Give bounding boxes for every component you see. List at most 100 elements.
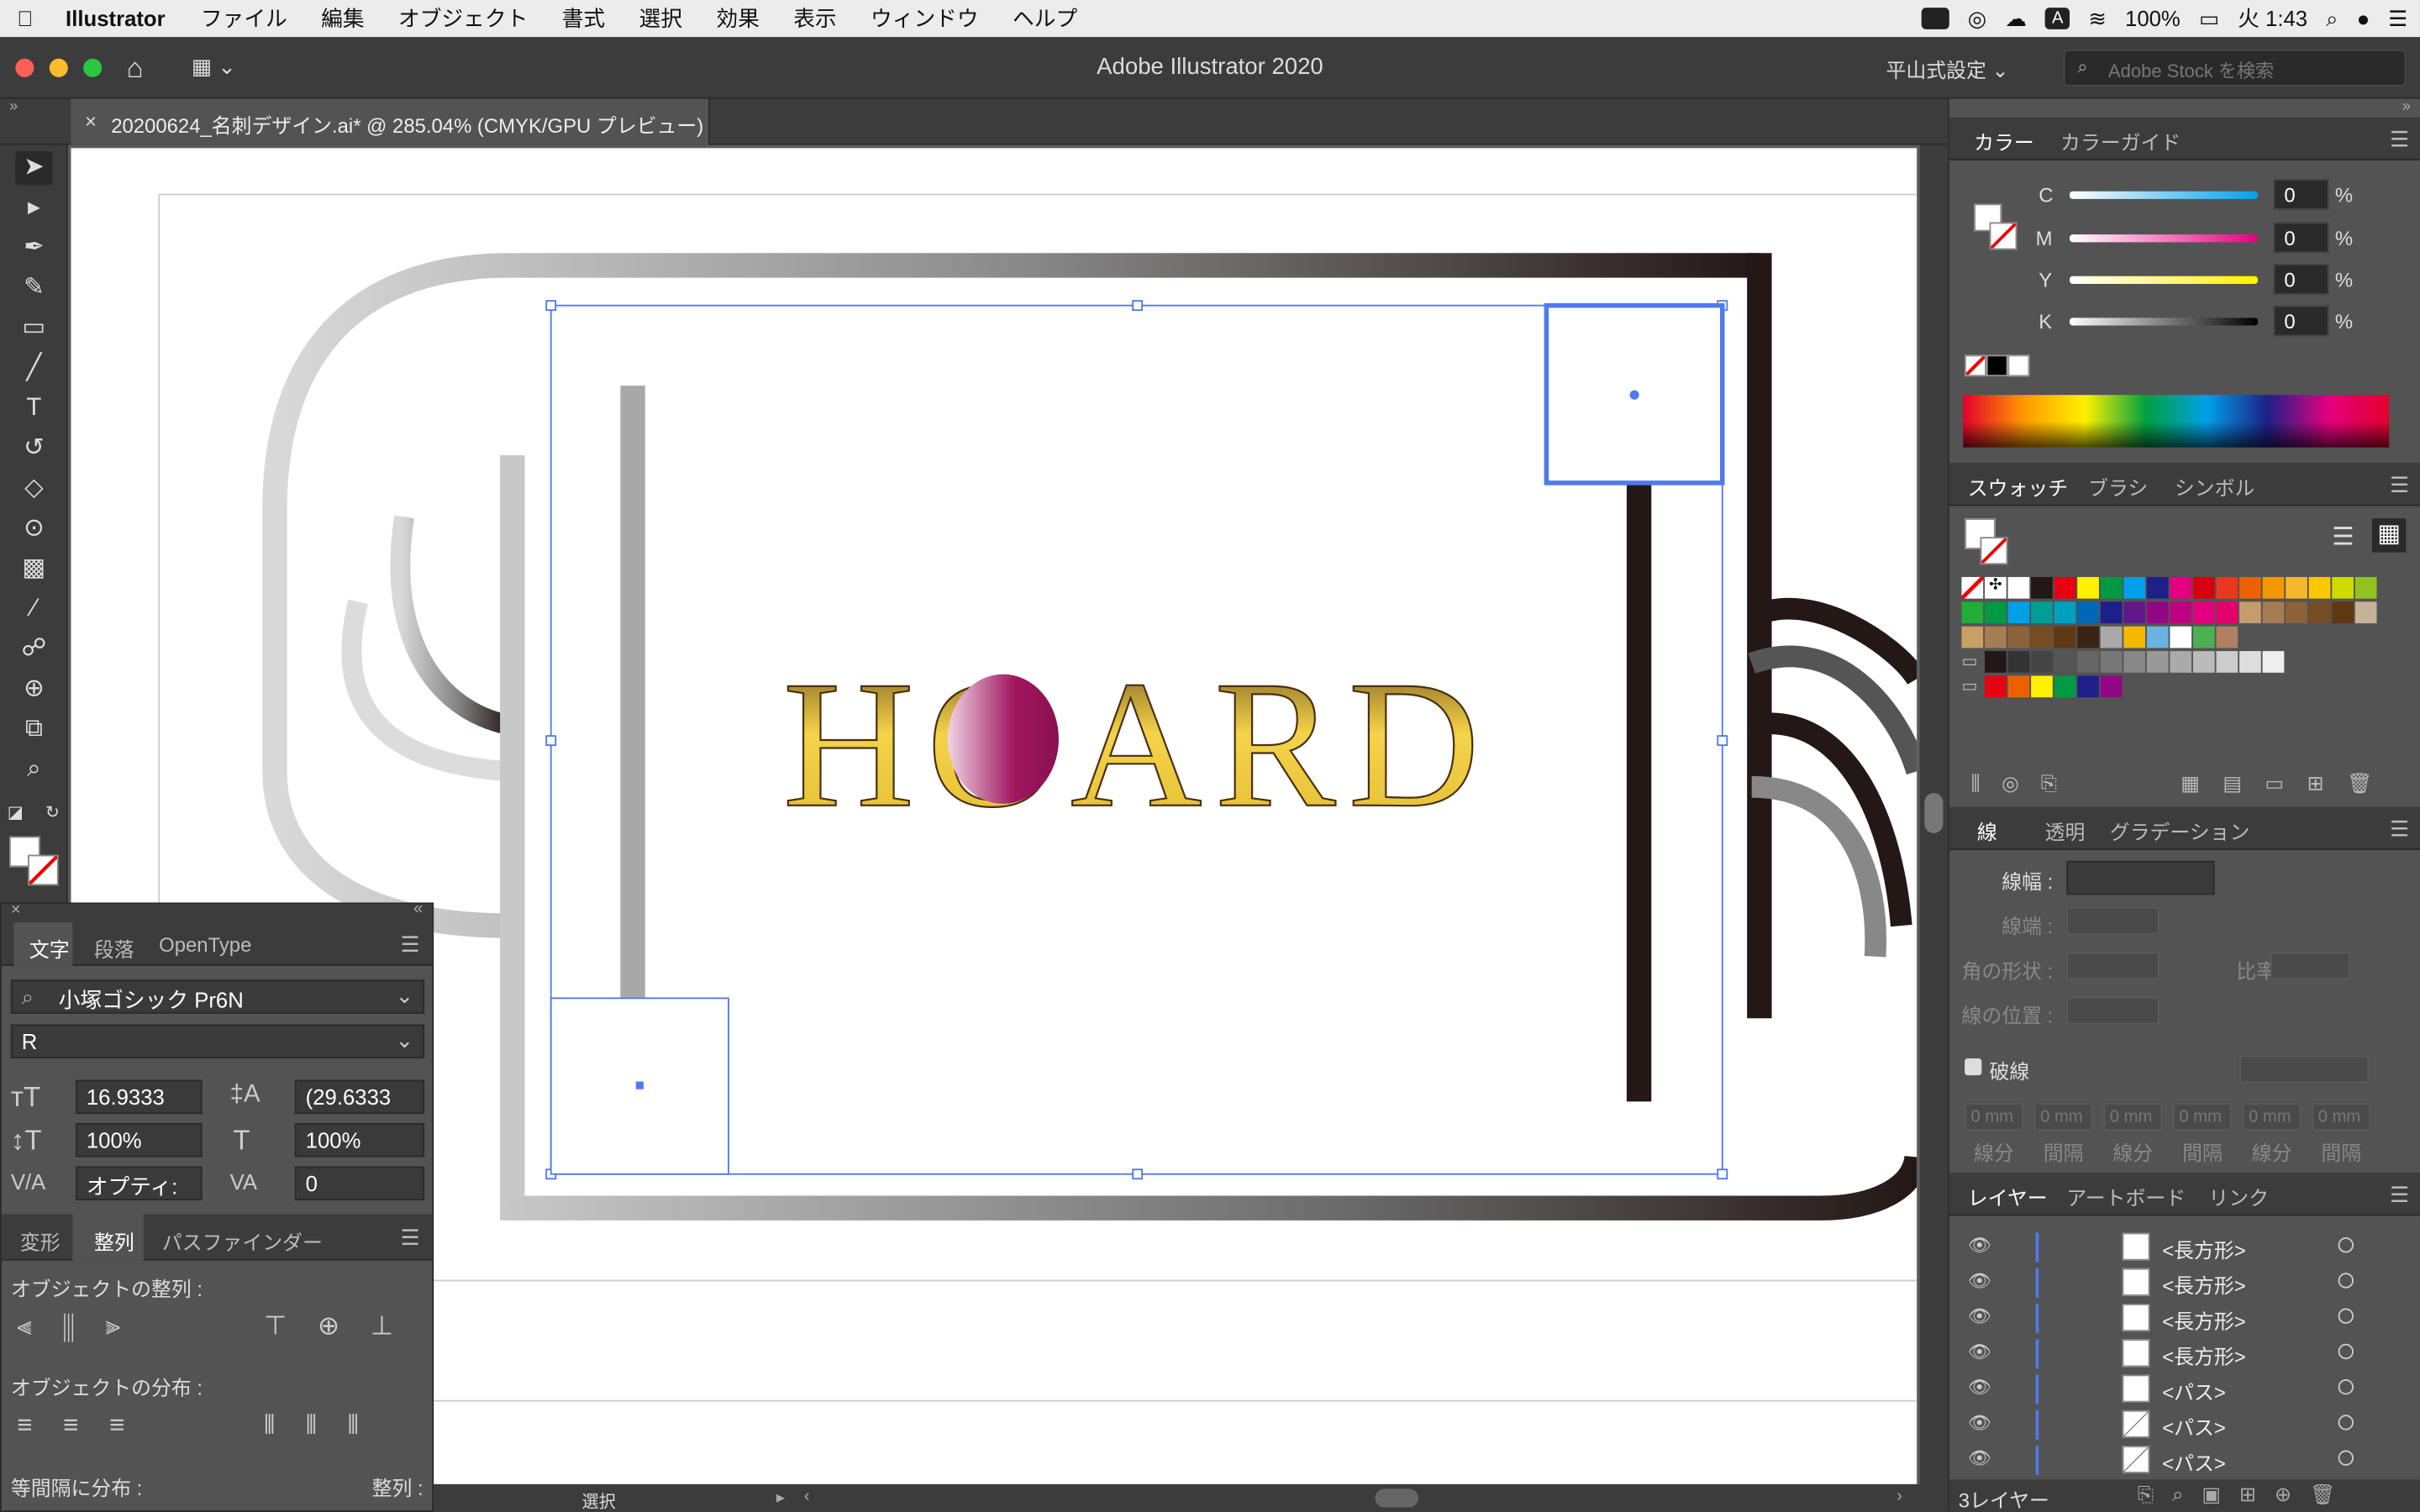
gradient-tool-icon[interactable]: ▩ — [15, 553, 52, 586]
dash-alignment-buttons[interactable] — [2239, 1055, 2370, 1084]
curvature-tool-icon[interactable]: ✎ — [15, 271, 52, 305]
swatch-color[interactable] — [2192, 601, 2215, 624]
channel-m-slider[interactable] — [2070, 234, 2259, 243]
layer-name[interactable]: <長方形> — [2162, 1305, 2246, 1335]
channel-y-input[interactable]: 0 — [2273, 264, 2329, 295]
layer-row[interactable]: 👁 <パス> — [1949, 1372, 2420, 1407]
battery-icon[interactable]: ▭ — [2199, 5, 2219, 31]
tab-gradient[interactable]: グラデーション — [2110, 816, 2250, 846]
swatch-color[interactable] — [1984, 626, 2007, 648]
vertical-scale-input[interactable]: 100% — [75, 1123, 203, 1158]
swatch-color[interactable] — [2216, 601, 2238, 624]
swatch-color[interactable] — [2146, 651, 2169, 673]
swatch-color[interactable] — [2123, 576, 2146, 599]
scroll-right-icon[interactable]: › — [1897, 1488, 1902, 1506]
swatch-color[interactable] — [2170, 626, 2192, 648]
menu-window[interactable]: ウィンドウ — [854, 3, 996, 34]
rotate-tool-icon[interactable]: ↺ — [15, 432, 52, 465]
swatch-color[interactable] — [2031, 651, 2053, 673]
target-circle-icon[interactable] — [2338, 1273, 2354, 1289]
target-icon[interactable]: ◎ — [1968, 5, 1986, 31]
stroke-align-buttons[interactable] — [2066, 996, 2160, 1025]
swatch-color[interactable] — [2007, 601, 2030, 624]
tab-layers[interactable]: レイヤー — [1968, 1182, 2048, 1211]
target-circle-icon[interactable] — [2338, 1379, 2354, 1395]
menu-select[interactable]: 選択 — [622, 3, 699, 34]
menu-help[interactable]: ヘルプ — [996, 3, 1095, 34]
grid-view-icon[interactable]: ▦ — [2372, 518, 2407, 553]
swatch-color[interactable] — [2077, 576, 2099, 599]
target-circle-icon[interactable] — [2338, 1450, 2354, 1466]
type-tool-icon[interactable]: T — [15, 392, 52, 426]
swatch-color[interactable] — [2123, 626, 2146, 648]
swatch-color[interactable] — [2007, 576, 2030, 599]
dash-input[interactable]: 0 mm — [2312, 1103, 2371, 1131]
swatch-color[interactable] — [2054, 601, 2076, 624]
font-style-select[interactable]: R ⌄ — [10, 1024, 425, 1058]
notification-center-icon[interactable]: ☰ — [2388, 5, 2407, 31]
collapse-panels-icon[interactable]: » — [2402, 99, 2411, 116]
swatch-color[interactable] — [2100, 601, 2123, 624]
swatch-color[interactable] — [2031, 626, 2053, 648]
creative-cloud-icon[interactable]: ☁ — [2005, 5, 2027, 31]
rectangle-tool-icon[interactable]: ▭ — [15, 312, 52, 345]
collapse-toolbar-icon[interactable]: » — [9, 99, 18, 116]
swatch-color[interactable] — [2170, 576, 2192, 599]
swatch-color[interactable] — [2123, 601, 2146, 624]
eye-icon[interactable]: 👁 — [1968, 1447, 1991, 1469]
layer-name[interactable]: <パス> — [2162, 1447, 2226, 1477]
swatch-color[interactable] — [2354, 576, 2377, 599]
swatch-stroke-indicator[interactable] — [1980, 537, 2008, 565]
layer-name[interactable]: <長方形> — [2162, 1234, 2246, 1263]
target-circle-icon[interactable] — [2338, 1343, 2354, 1360]
swatch-color[interactable] — [2239, 651, 2261, 673]
align-vertical-buttons[interactable]: ⊤⊕⊥ — [264, 1311, 424, 1342]
panel-menu-icon[interactable]: ☰ — [2390, 816, 2409, 843]
swatch-color[interactable] — [2216, 626, 2238, 648]
paintbrush-tool-icon[interactable]: ╱ — [15, 352, 52, 386]
swatch-color[interactable] — [2192, 651, 2215, 673]
swatch-color[interactable] — [1984, 601, 2007, 624]
adobe-stock-search-input[interactable]: ⌕ Adobe Stock を検索 — [2063, 49, 2407, 87]
direct-selection-tool-icon[interactable]: ▸ — [15, 192, 52, 225]
list-view-icon[interactable]: ☰ — [2332, 522, 2354, 553]
tab-transparency[interactable]: 透明 — [2045, 816, 2086, 846]
swatch-color[interactable] — [2146, 601, 2169, 624]
scrollbar-thumb[interactable] — [1924, 793, 1944, 833]
swatch-color[interactable] — [2262, 601, 2285, 624]
tab-character[interactable]: 文字 — [13, 922, 73, 966]
apple-icon[interactable]:  — [0, 6, 50, 30]
stroke-weight-input[interactable] — [2066, 860, 2215, 895]
tab-brushes[interactable]: ブラシ — [2088, 472, 2148, 501]
layer-row[interactable]: 👁 <長方形> — [1949, 1265, 2420, 1300]
swatch-footer-icons[interactable]: ⫼◎⎘ — [1970, 771, 2078, 795]
swatch-color[interactable] — [2031, 675, 2053, 698]
swatch-action-icons[interactable]: ▦▤▭⊞🗑 — [2181, 771, 2396, 795]
layer-row[interactable]: 👁 <パス> — [1949, 1407, 2420, 1442]
swatch-color[interactable] — [2077, 601, 2099, 624]
black-color-swatch[interactable] — [1986, 354, 2008, 377]
swatch-color[interactable] — [2286, 576, 2307, 599]
document-tab[interactable]: × 20200624_名刺デザイン.ai* @ 285.04% (CMYK/GP… — [71, 98, 710, 145]
swatch-color[interactable] — [2100, 651, 2123, 673]
lasso-tool-icon[interactable]: ⊙ — [15, 512, 52, 546]
swatch-color[interactable] — [2100, 576, 2123, 599]
channel-y-slider[interactable] — [2070, 276, 2259, 284]
puppet-warp-tool-icon[interactable]: ☍ — [15, 633, 52, 666]
eraser-tool-icon[interactable]: ◇ — [15, 472, 52, 506]
swatch-color[interactable] — [2146, 576, 2169, 599]
eye-icon[interactable]: 👁 — [1968, 1305, 1991, 1327]
swatch-color[interactable] — [2308, 601, 2331, 624]
swatch-folder-icon[interactable]: ▭ — [1961, 651, 1983, 673]
swatch-color[interactable] — [2054, 576, 2076, 599]
color-spectrum[interactable] — [1963, 395, 2390, 448]
menu-edit[interactable]: 編集 — [304, 3, 381, 34]
swatch-color[interactable] — [2146, 626, 2169, 648]
panel-menu-icon[interactable]: ☰ — [401, 932, 420, 958]
menu-type[interactable]: 書式 — [544, 3, 622, 34]
panel-menu-icon[interactable]: ☰ — [2390, 127, 2409, 153]
swatch-color[interactable] — [2007, 651, 2030, 673]
dashed-line-checkbox[interactable] — [1965, 1058, 1982, 1076]
channel-k-input[interactable]: 0 — [2273, 305, 2329, 337]
target-circle-icon[interactable] — [2338, 1308, 2354, 1324]
